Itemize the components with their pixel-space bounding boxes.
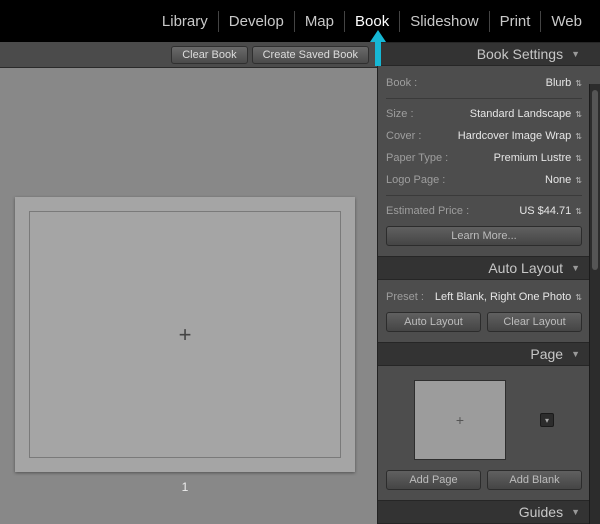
create-saved-book-button[interactable]: Create Saved Book — [252, 46, 369, 64]
module-tab-slideshow[interactable]: Slideshow — [400, 11, 489, 32]
logo-value: None — [545, 174, 571, 186]
page-number-label: 1 — [182, 480, 189, 494]
module-tab-print[interactable]: Print — [490, 11, 542, 32]
book-settings-body: Book : Blurb⇅ Size : Standard Landscape⇅… — [378, 66, 600, 256]
chevron-updown-icon: ⇅ — [575, 110, 582, 119]
module-tab-web[interactable]: Web — [541, 11, 592, 32]
book-field[interactable]: Book : Blurb⇅ — [386, 72, 582, 94]
size-field[interactable]: Size : Standard Landscape⇅ — [386, 103, 582, 125]
page-header[interactable]: Page ▼ — [378, 342, 600, 366]
price-value: US $44.71 — [519, 205, 571, 217]
price-row: Estimated Price : US $44.71 ⇅ — [386, 200, 582, 222]
clear-layout-button[interactable]: Clear Layout — [487, 312, 582, 332]
preset-field[interactable]: Preset : Left Blank, Right One Photo ⇅ — [386, 286, 582, 308]
collapse-icon: ▼ — [571, 263, 580, 273]
chevron-updown-icon: ⇅ — [575, 207, 582, 216]
chevron-updown-icon: ⇅ — [575, 79, 582, 88]
module-tab-library[interactable]: Library — [152, 11, 219, 32]
book-settings-title: Book Settings — [477, 46, 563, 62]
chevron-updown-icon: ⇅ — [575, 293, 582, 302]
page-template-thumb[interactable]: + — [414, 380, 506, 460]
book-settings-header[interactable]: Book Settings ▼ — [378, 42, 600, 66]
guides-title: Guides — [519, 504, 563, 520]
logo-label: Logo Page : — [386, 174, 445, 186]
add-page-button[interactable]: Add Page — [386, 470, 481, 490]
size-label: Size : — [386, 108, 414, 120]
price-label: Estimated Price : — [386, 205, 469, 217]
auto-layout-title: Auto Layout — [488, 260, 563, 276]
clear-book-button[interactable]: Clear Book — [171, 46, 247, 64]
module-tab-map[interactable]: Map — [295, 11, 345, 32]
page-inner-frame: + — [29, 211, 341, 458]
add-photo-icon: + — [179, 322, 192, 348]
paper-label: Paper Type : — [386, 152, 448, 164]
guides-header[interactable]: Guides ▼ — [378, 500, 600, 524]
page-title: Page — [530, 346, 563, 362]
book-value: Blurb — [546, 77, 572, 89]
add-blank-button[interactable]: Add Blank — [487, 470, 582, 490]
collapse-icon: ▼ — [571, 507, 580, 517]
cover-field[interactable]: Cover : Hardcover Image Wrap⇅ — [386, 125, 582, 147]
cover-value: Hardcover Image Wrap — [458, 130, 572, 142]
paper-value: Premium Lustre — [494, 152, 572, 164]
book-page-preview[interactable]: + 1 — [15, 197, 355, 472]
book-label: Book : — [386, 77, 417, 89]
module-tab-book[interactable]: Book — [345, 11, 400, 32]
preview-toolbar: Clear Book Create Saved Book — [0, 42, 377, 68]
collapse-icon: ▼ — [571, 349, 580, 359]
preview-pane: Clear Book Create Saved Book + 1 — [0, 42, 377, 524]
panel-scrollbar[interactable] — [589, 84, 600, 524]
paper-field[interactable]: Paper Type : Premium Lustre⇅ — [386, 147, 582, 169]
module-tab-develop[interactable]: Develop — [219, 11, 295, 32]
page-template-picker-button[interactable]: ▾ — [540, 413, 554, 427]
page-body: + ▾ Add Page Add Blank — [378, 366, 600, 500]
side-panel: Book Settings ▼ Book : Blurb⇅ Size : Sta… — [377, 42, 600, 524]
chevron-updown-icon: ⇅ — [575, 132, 582, 141]
auto-layout-body: Preset : Left Blank, Right One Photo ⇅ Au… — [378, 280, 600, 342]
collapse-icon: ▼ — [571, 49, 580, 59]
plus-icon: + — [456, 412, 464, 428]
scrollbar-thumb[interactable] — [592, 90, 598, 270]
preset-label: Preset : — [386, 291, 424, 303]
cover-label: Cover : — [386, 130, 421, 142]
module-bar: Library Develop Map Book Slideshow Print… — [0, 0, 600, 42]
workspace: Clear Book Create Saved Book + 1 Book Se… — [0, 42, 600, 524]
learn-more-button[interactable]: Learn More... — [386, 226, 582, 246]
page-thumb-area: + ▾ — [386, 372, 582, 466]
logo-field[interactable]: Logo Page : None ⇅ — [386, 169, 582, 191]
preset-value: Left Blank, Right One Photo — [435, 291, 571, 303]
chevron-updown-icon: ⇅ — [575, 176, 582, 185]
chevron-updown-icon: ⇅ — [575, 154, 582, 163]
size-value: Standard Landscape — [470, 108, 572, 120]
auto-layout-button[interactable]: Auto Layout — [386, 312, 481, 332]
auto-layout-header[interactable]: Auto Layout ▼ — [378, 256, 600, 280]
